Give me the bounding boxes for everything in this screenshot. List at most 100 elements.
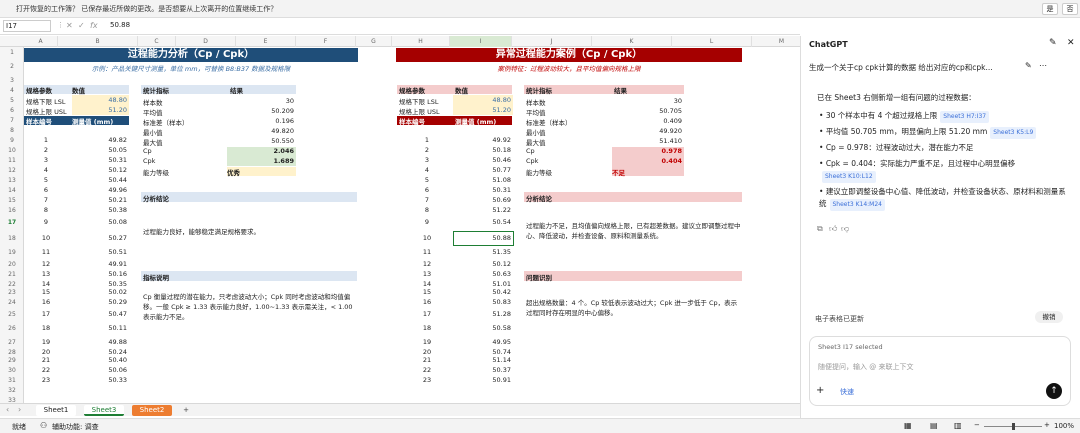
column-header[interactable]: H xyxy=(392,36,450,47)
sample-id[interactable]: 23 xyxy=(407,376,447,384)
sample-id[interactable]: 22 xyxy=(407,366,447,374)
stat-value[interactable]: 0.404 xyxy=(612,157,682,165)
sample-value[interactable]: 50.91 xyxy=(453,376,511,384)
sample-value[interactable]: 50.37 xyxy=(453,366,511,374)
row-header[interactable]: 7 xyxy=(0,117,24,124)
column-header[interactable]: C xyxy=(138,36,176,47)
stat-value[interactable]: 不足 xyxy=(612,167,682,177)
yes-button[interactable]: 是 xyxy=(1042,3,1058,15)
sample-value[interactable]: 50.27 xyxy=(72,234,127,242)
active-cell-I17[interactable] xyxy=(453,231,514,246)
sample-value[interactable]: 50.11 xyxy=(72,324,127,332)
column-header[interactable]: F xyxy=(296,36,356,47)
column-header[interactable]: B xyxy=(58,36,138,47)
sample-value[interactable]: 50.74 xyxy=(453,348,511,356)
add-sheet-button[interactable]: + xyxy=(178,405,194,416)
sample-id[interactable]: 2 xyxy=(26,146,66,154)
row-header[interactable]: 11 xyxy=(0,157,24,164)
sample-value[interactable]: 50.58 xyxy=(453,324,511,332)
sample-id[interactable]: 7 xyxy=(407,196,447,204)
sample-id[interactable]: 19 xyxy=(407,338,447,346)
sample-id[interactable]: 8 xyxy=(407,206,447,214)
enter-icon[interactable]: ✓ xyxy=(78,21,85,30)
range-reference-chip[interactable]: Sheet3 K14:M24 xyxy=(829,199,885,211)
sample-value[interactable]: 50.42 xyxy=(453,288,511,296)
sample-id[interactable]: 17 xyxy=(407,310,447,318)
sample-value[interactable]: 50.12 xyxy=(72,166,127,174)
more-options-icon[interactable]: ⋯ xyxy=(1039,61,1047,70)
row-header[interactable]: 20 xyxy=(0,261,24,268)
sample-value[interactable]: 50.05 xyxy=(72,146,127,154)
sample-id[interactable]: 6 xyxy=(407,186,447,194)
sample-id[interactable]: 12 xyxy=(26,260,66,268)
row-header[interactable]: 8 xyxy=(0,127,24,134)
stat-value[interactable]: 0.978 xyxy=(612,147,682,155)
sample-id[interactable]: 4 xyxy=(407,166,447,174)
edit-prompt-icon[interactable]: ✎ xyxy=(1025,61,1032,70)
zoom-out-icon[interactable]: − xyxy=(974,421,980,429)
prev-sheet-icon[interactable]: ‹ xyxy=(6,405,9,414)
row-header[interactable]: 22 xyxy=(0,281,24,288)
sample-id[interactable]: 15 xyxy=(407,288,447,296)
page-break-icon[interactable]: ▥ xyxy=(954,421,962,430)
sample-id[interactable]: 21 xyxy=(26,356,66,364)
zoom-slider-thumb[interactable] xyxy=(1012,423,1015,430)
sample-value[interactable]: 50.18 xyxy=(453,146,511,154)
chat-input-box[interactable]: Sheet3 I17 selected 随便提问，输入 @ 来联上下文 + 快速… xyxy=(809,336,1071,406)
sample-id[interactable]: 20 xyxy=(26,348,66,356)
stat-value[interactable]: 51.410 xyxy=(612,137,682,145)
tab-sheet1[interactable]: Sheet1 xyxy=(36,405,76,416)
row-header[interactable]: 3 xyxy=(0,77,24,84)
range-reference-chip[interactable]: Sheet3 K5:L9 xyxy=(990,127,1037,139)
sample-value[interactable]: 50.31 xyxy=(453,186,511,194)
sample-value[interactable]: 50.47 xyxy=(72,310,127,318)
sample-id[interactable]: 9 xyxy=(407,218,447,226)
sample-value[interactable]: 50.12 xyxy=(453,260,511,268)
worksheet-grid[interactable]: 过程能力分析（Cp / Cpk） 示例：产品关键尺寸测量，单位 mm，可替换 B… xyxy=(24,47,800,403)
stat-value[interactable]: 49.920 xyxy=(612,127,682,135)
fx-icon[interactable]: fx xyxy=(90,21,98,30)
add-attachment-icon[interactable]: + xyxy=(816,385,824,396)
column-header[interactable]: L xyxy=(672,36,752,47)
row-header[interactable]: 30 xyxy=(0,367,24,374)
column-header[interactable]: J xyxy=(512,36,592,47)
row-header[interactable]: 24 xyxy=(0,299,24,306)
column-header[interactable]: I xyxy=(450,36,512,47)
sample-value[interactable]: 49.91 xyxy=(72,260,127,268)
right-lsl-value[interactable]: 48.80 xyxy=(453,96,511,104)
sample-value[interactable]: 50.38 xyxy=(72,206,127,214)
stat-value[interactable]: 2.046 xyxy=(227,147,294,155)
send-button[interactable]: ↑ xyxy=(1046,383,1062,399)
row-header[interactable]: 25 xyxy=(0,311,24,318)
status-accessibility[interactable]: 辅助功能: 调查 xyxy=(52,422,99,432)
sample-id[interactable]: 18 xyxy=(407,324,447,332)
sample-value[interactable]: 50.40 xyxy=(72,356,127,364)
sample-value[interactable]: 50.35 xyxy=(72,280,127,288)
row-header[interactable]: 6 xyxy=(0,107,24,114)
row-header[interactable]: 1 xyxy=(0,49,24,56)
new-chat-icon[interactable]: ✎ xyxy=(1049,38,1057,48)
tab-sheet3[interactable]: Sheet3 xyxy=(84,405,124,416)
sample-id[interactable]: 13 xyxy=(407,270,447,278)
sample-value[interactable]: 50.02 xyxy=(72,288,127,296)
row-header[interactable]: 10 xyxy=(0,147,24,154)
sample-value[interactable]: 50.77 xyxy=(453,166,511,174)
sample-id[interactable]: 8 xyxy=(26,206,66,214)
row-header[interactable]: 27 xyxy=(0,339,24,346)
row-header[interactable]: 29 xyxy=(0,357,24,364)
row-header[interactable]: 18 xyxy=(0,235,24,242)
row-header[interactable]: 31 xyxy=(0,377,24,384)
column-header[interactable]: A xyxy=(24,36,58,47)
stat-value[interactable]: 30 xyxy=(612,97,682,105)
sample-value[interactable]: 50.63 xyxy=(453,270,511,278)
chat-input-placeholder[interactable]: 随便提问，输入 @ 来联上下文 xyxy=(818,362,913,372)
row-header[interactable]: 16 xyxy=(0,207,24,214)
sample-id[interactable]: 13 xyxy=(26,270,66,278)
range-reference-chip[interactable]: Sheet3 H7:I37 xyxy=(940,111,990,123)
next-sheet-icon[interactable]: › xyxy=(18,405,21,414)
formula-input[interactable]: 50.88 xyxy=(110,21,130,29)
sample-id[interactable]: 4 xyxy=(26,166,66,174)
thumbs-up-icon[interactable]: 👍︎ xyxy=(829,224,837,234)
sample-id[interactable]: 17 xyxy=(26,310,66,318)
sample-value[interactable]: 49.95 xyxy=(453,338,511,346)
